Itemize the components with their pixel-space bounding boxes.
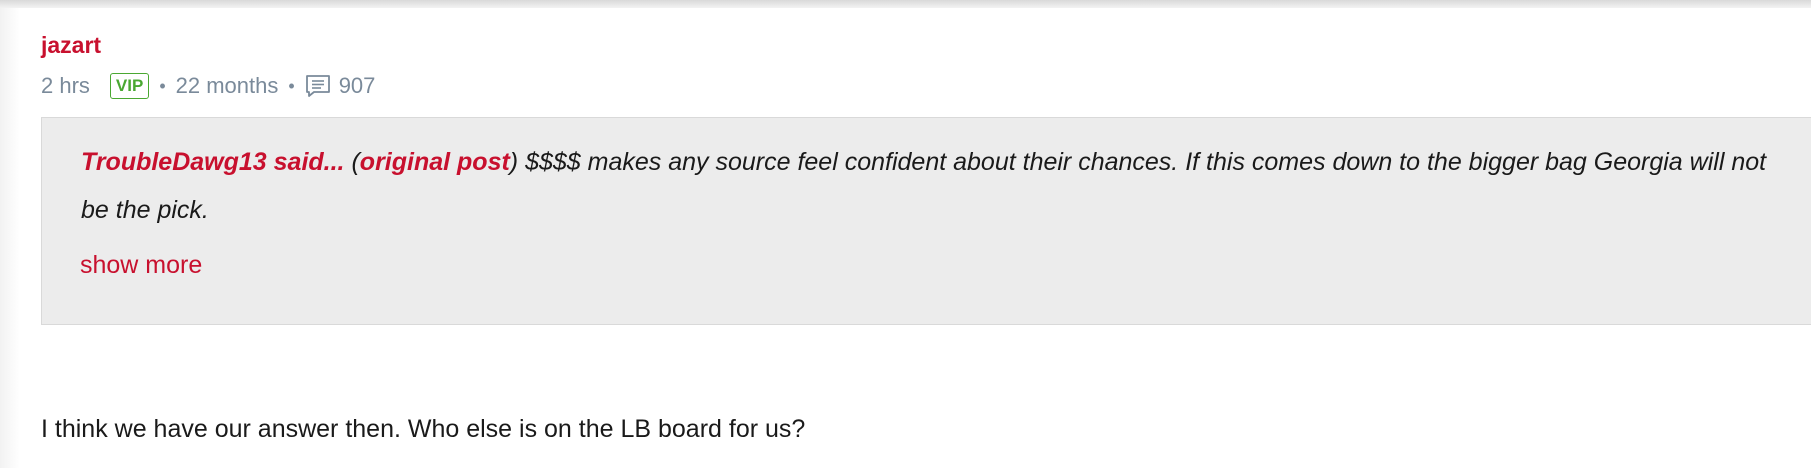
post-body-text: I think we have our answer then. Who els… — [41, 415, 806, 443]
show-more-button[interactable]: show more — [80, 251, 202, 280]
forum-post: jazart 2 hrs VIP • 22 months • 907 Troub… — [41, 28, 1811, 443]
quote-open-paren: ( — [344, 148, 360, 176]
post-meta: 2 hrs VIP • 22 months • 907 — [41, 66, 1811, 106]
quoted-post: TroubleDawg13 said... (original post) $$… — [41, 117, 1811, 325]
quote-text: TroubleDawg13 said... (original post) $$… — [81, 138, 1771, 234]
quote-close-paren: ) — [509, 148, 519, 176]
meta-separator: • — [159, 75, 166, 96]
comment-list-icon — [305, 74, 331, 98]
quote-author-link[interactable]: TroubleDawg13 said... — [81, 148, 345, 176]
post-count[interactable]: 907 — [339, 73, 376, 99]
vip-badge: VIP — [109, 73, 150, 99]
post-time: 2 hrs — [41, 73, 90, 98]
original-post-link[interactable]: original post — [360, 148, 510, 176]
left-shade — [0, 8, 20, 468]
top-shadow — [0, 0, 1811, 8]
meta-separator: • — [288, 75, 295, 96]
post-author-username[interactable]: jazart — [41, 28, 1811, 62]
member-duration: 22 months — [175, 73, 279, 98]
